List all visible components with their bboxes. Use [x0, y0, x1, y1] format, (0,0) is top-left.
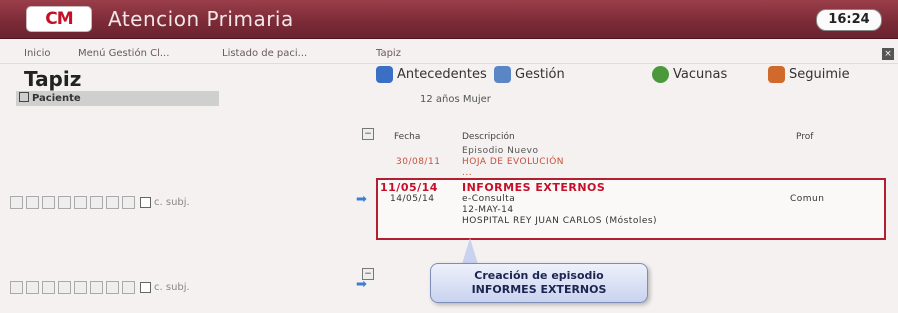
episode-row: HOSPITAL REY JUAN CARLOS (Móstoles)	[462, 216, 658, 226]
tab-gestion-label: Gestión	[515, 67, 565, 82]
pin-icon[interactable]	[42, 280, 55, 294]
episode-row-date: 30/08/11	[396, 157, 441, 167]
close-icon[interactable]: ×	[882, 48, 894, 60]
paciente-label: Paciente	[32, 93, 81, 104]
chart-icon	[768, 66, 785, 83]
breadcrumb-inicio[interactable]: Inicio	[24, 48, 50, 59]
people-icon	[376, 66, 393, 83]
tab-seguimiento-label: Seguimie	[789, 67, 850, 82]
app-title: Atencion Primaria	[108, 7, 294, 31]
subj-checkbox[interactable]	[140, 281, 151, 293]
document-icon[interactable]	[10, 195, 23, 209]
link-icon[interactable]	[106, 280, 119, 294]
folder-icon	[494, 66, 511, 83]
episode-row-date: 11/05/14	[380, 181, 438, 194]
person-icon[interactable]	[58, 195, 71, 209]
link-icon[interactable]	[106, 195, 119, 209]
tab-antecedentes[interactable]: Antecedentes	[376, 66, 487, 83]
print-icon[interactable]	[90, 280, 103, 294]
list-icon[interactable]	[122, 195, 135, 209]
edit-icon[interactable]	[26, 195, 39, 209]
page-title: Tapiz	[24, 67, 82, 91]
patient-info: 12 años Mujer	[420, 94, 491, 105]
episode-row-informes-externos[interactable]: INFORMES EXTERNOS	[462, 181, 605, 194]
episode-row[interactable]: Episodio Nuevo	[462, 146, 538, 156]
collapse-button[interactable]: −	[362, 128, 374, 140]
toolbar-icons-row-2: c. subj.	[10, 279, 190, 295]
callout-line-1: Creación de episodio	[474, 269, 604, 282]
breadcrumb-listado[interactable]: Listado de paci...	[222, 48, 307, 59]
table-icon[interactable]	[74, 280, 87, 294]
tab-vacunas-label: Vacunas	[673, 67, 728, 82]
clock-display: 16:24	[816, 9, 882, 31]
paciente-section-header[interactable]: Paciente	[16, 91, 219, 106]
episode-prof: Comun	[790, 194, 825, 204]
tab-antecedentes-label: Antecedentes	[397, 67, 487, 82]
app-logo: CM	[26, 6, 92, 32]
list-icon[interactable]	[122, 280, 135, 294]
subj-label: c. subj.	[154, 281, 190, 293]
collapse-icon	[19, 92, 29, 102]
breadcrumb-tapiz[interactable]: Tapiz	[376, 48, 401, 59]
callout-pointer	[462, 238, 478, 264]
header-descripcion[interactable]: Descripción	[462, 132, 515, 142]
syringe-icon	[652, 66, 669, 83]
print-icon[interactable]	[90, 195, 103, 209]
episode-row-date: 14/05/14	[390, 194, 435, 204]
tab-seguimiento[interactable]: Seguimie	[768, 66, 850, 83]
pin-icon[interactable]	[42, 195, 55, 209]
person-icon[interactable]	[58, 280, 71, 294]
callout-line-2: INFORMES EXTERNOS	[471, 283, 607, 296]
titlebar: CM Atencion Primaria 16:24	[0, 0, 898, 39]
toolbar-icons-row-1: c. subj.	[10, 194, 190, 210]
subj-checkbox[interactable]	[140, 196, 151, 208]
table-icon[interactable]	[74, 195, 87, 209]
subj-label: c. subj.	[154, 196, 190, 208]
header-prof[interactable]: Prof	[796, 132, 813, 142]
document-icon[interactable]	[10, 280, 23, 294]
episode-row[interactable]: ...	[462, 168, 472, 178]
callout-annotation: Creación de episodio INFORMES EXTERNOS	[430, 263, 648, 303]
tab-vacunas[interactable]: Vacunas	[652, 66, 727, 83]
highlight-box	[376, 178, 886, 240]
episode-row[interactable]: HOJA DE EVOLUCIÓN	[462, 157, 564, 167]
episode-row[interactable]: e-Consulta	[462, 194, 515, 204]
arrow-right-icon[interactable]: ➡	[356, 192, 367, 207]
edit-icon[interactable]	[26, 280, 39, 294]
header-fecha[interactable]: Fecha	[394, 132, 420, 142]
episode-row: 12-MAY-14	[462, 205, 514, 215]
breadcrumb-menu-gestion[interactable]: Menú Gestión Cl...	[78, 48, 169, 59]
collapse-button[interactable]: −	[362, 268, 374, 280]
breadcrumb: Inicio Menú Gestión Cl... Listado de pac…	[0, 45, 898, 64]
tab-gestion[interactable]: Gestión	[494, 66, 565, 83]
